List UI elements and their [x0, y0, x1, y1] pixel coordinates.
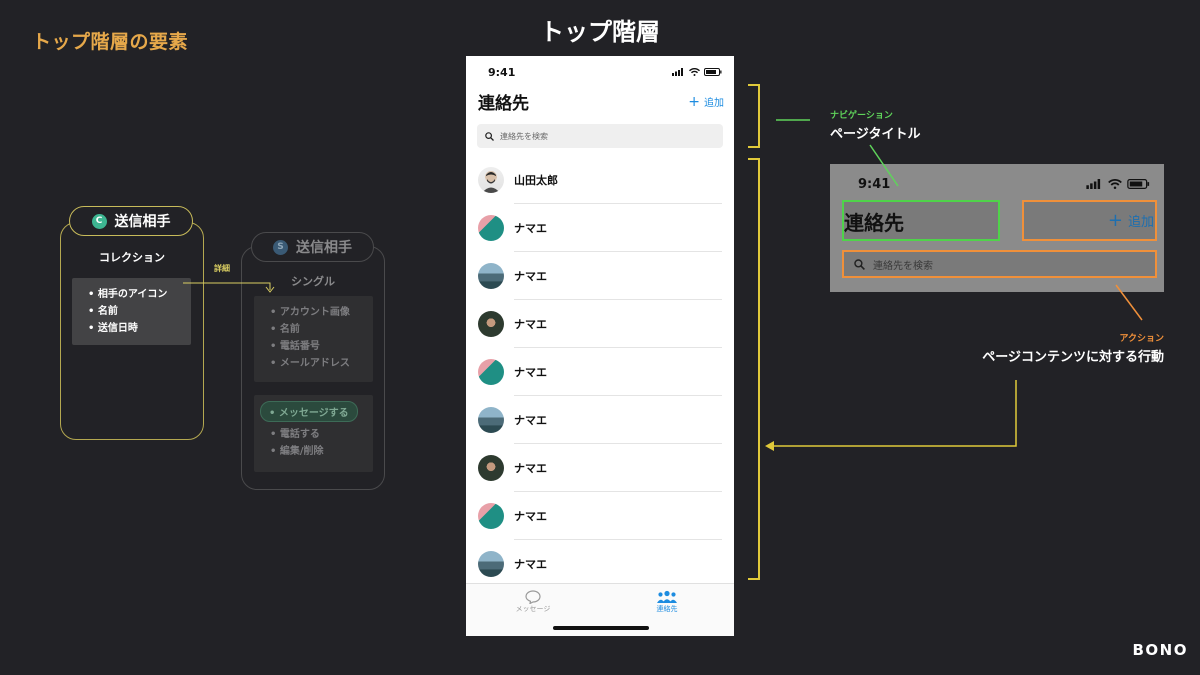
contact-list: 山田太郎 ナマエ ナマエ ナマエ ナマエ ナマエ ナマエ ナマエ ナマエ: [466, 156, 734, 588]
single-label: シングル: [291, 275, 335, 288]
mountain-icon: [478, 263, 504, 289]
status-icons: [672, 68, 722, 76]
collection-badge-icon: C: [91, 213, 107, 229]
teal-portrait-icon: [478, 359, 504, 385]
teal-portrait-icon: [478, 215, 504, 241]
add-button-label: 追加: [704, 98, 724, 109]
signal-icon: [1086, 179, 1101, 189]
page-title-label: ページタイトル: [830, 127, 921, 142]
man-avatar-icon: [478, 167, 504, 193]
contact-name: ナマエ: [514, 414, 547, 427]
battery-icon: [1127, 179, 1150, 189]
single-actions: メッセージする 電話する 編集/削除: [254, 395, 373, 472]
search-icon: [854, 258, 865, 270]
contact-row[interactable]: ナマエ: [466, 348, 734, 396]
contact-row[interactable]: 山田太郎: [466, 156, 734, 204]
phone-mockup: 9:41 連絡先 + 追加 連絡先を検索 山田太郎 ナマエ ナマエ ナマエ ナマ…: [466, 56, 734, 636]
contact-name: ナマエ: [514, 318, 547, 331]
zoom-search-highlight: 連絡先を検索: [842, 250, 1157, 278]
contact-row[interactable]: ナマエ: [466, 540, 734, 588]
property-item: 電話番号: [270, 338, 373, 355]
property-item: 名前: [88, 303, 191, 320]
collection-pill: C 送信相手: [69, 206, 193, 236]
search-input[interactable]: 連絡先を検索: [477, 124, 723, 148]
dark-portrait-icon: [478, 455, 504, 481]
wifi-icon: [1108, 179, 1122, 189]
detail-label: 詳細: [214, 264, 230, 273]
contact-row[interactable]: ナマエ: [466, 204, 734, 252]
page-heading: トップ階層の要素: [32, 31, 189, 53]
contact-name: ナマエ: [514, 510, 547, 523]
contact-name: ナマエ: [514, 270, 547, 283]
signal-icon: [672, 68, 683, 76]
message-action-pill: メッセージする: [260, 401, 358, 422]
property-item: アカウント画像: [270, 304, 373, 321]
content-connector: [772, 380, 1017, 447]
contact-name: ナマエ: [514, 222, 547, 235]
contact-row[interactable]: ナマエ: [466, 492, 734, 540]
zoom-add-button: + 追加: [1107, 210, 1154, 231]
property-item: メールアドレス: [270, 355, 373, 372]
action-label: アクション: [1119, 334, 1164, 344]
contact-name: ナマエ: [514, 366, 547, 379]
nav-title: 連絡先: [478, 94, 529, 114]
plus-icon: +: [688, 93, 700, 110]
zoom-status-icons: [1086, 179, 1150, 189]
single-pill: S 送信相手: [251, 232, 374, 262]
contact-row[interactable]: ナマエ: [466, 396, 734, 444]
zoom-add-label: 追加: [1127, 215, 1154, 230]
mountain-icon: [478, 551, 504, 577]
battery-icon: [704, 68, 722, 76]
content-bracket: [748, 158, 760, 580]
add-button[interactable]: + 追加: [688, 93, 724, 110]
people-icon: [657, 590, 677, 603]
contact-row[interactable]: ナマエ: [466, 444, 734, 492]
brand-logo: BONO: [1132, 641, 1188, 659]
tab-contacts-label: 連絡先: [656, 605, 678, 613]
single-properties: アカウント画像 名前 電話番号 メールアドレス: [254, 296, 373, 382]
content-arrowhead: [765, 441, 774, 451]
tab-messages-label: メッセージ: [515, 605, 551, 613]
contact-name: 山田太郎: [514, 174, 558, 187]
teal-portrait-icon: [478, 503, 504, 529]
single-badge-icon: S: [273, 239, 288, 255]
search-icon: [485, 131, 494, 141]
contact-name: ナマエ: [514, 558, 547, 571]
dark-portrait-icon: [478, 311, 504, 337]
collection-pill-title: 送信相手: [114, 214, 171, 230]
single-pill-title: 送信相手: [296, 240, 352, 256]
zoom-search-placeholder: 連絡先を検索: [873, 260, 933, 272]
zoom-status-time: 9:41: [858, 177, 891, 192]
speech-bubble-icon: [525, 590, 541, 604]
home-indicator: [553, 626, 649, 630]
action-item: 電話する: [270, 426, 373, 443]
contact-row[interactable]: ナマエ: [466, 300, 734, 348]
collection-properties: 相手のアイコン 名前 送信日時: [72, 278, 191, 345]
navigation-label: ナビゲーション: [830, 111, 893, 121]
zoom-title: 連絡先: [844, 211, 904, 235]
wifi-icon: [689, 68, 700, 76]
navigation-bracket: [748, 84, 760, 148]
content-action-label: ページコンテンツに対する行動: [982, 350, 1164, 365]
plus-icon: +: [1107, 210, 1123, 231]
property-item: 送信日時: [88, 320, 191, 337]
contact-name: ナマエ: [514, 462, 547, 475]
zoomed-header: 9:41 連絡先 + 追加 連絡先を検索: [830, 164, 1164, 292]
tab-messages[interactable]: メッセージ: [466, 590, 600, 614]
search-placeholder: 連絡先を検索: [500, 131, 548, 141]
property-item: 相手のアイコン: [88, 286, 191, 303]
center-title: トップ階層: [540, 18, 660, 46]
contact-row[interactable]: ナマエ: [466, 252, 734, 300]
property-item: 名前: [270, 321, 373, 338]
status-time: 9:41: [488, 66, 516, 79]
tab-contacts[interactable]: 連絡先: [600, 590, 734, 614]
action-item: 編集/削除: [270, 443, 373, 460]
mountain-icon: [478, 407, 504, 433]
collection-label: コレクション: [99, 251, 165, 264]
